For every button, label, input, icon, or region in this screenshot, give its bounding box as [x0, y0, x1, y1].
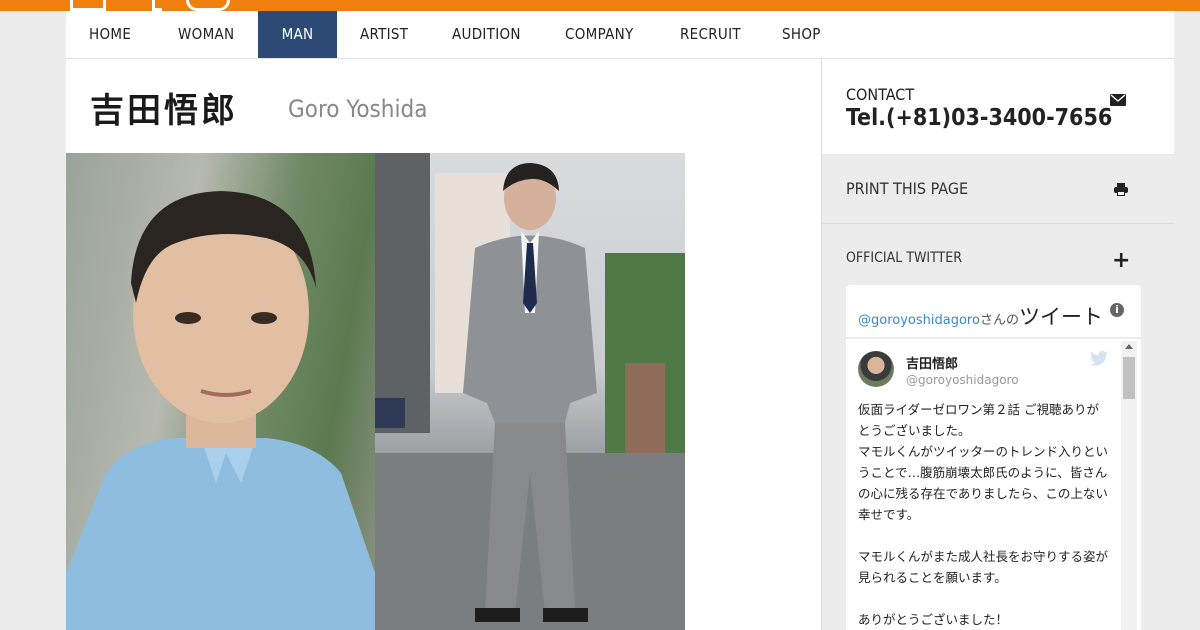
sidebar: CONTACT Tel.(+81)03-3400-7656 PRINT THIS…	[821, 59, 1175, 630]
nav-company[interactable]: COMPANY	[565, 11, 634, 58]
nav-artist[interactable]: ARTIST	[360, 11, 408, 58]
official-twitter-label: OFFICIAL TWITTER	[846, 250, 962, 266]
logo-fragment	[70, 0, 106, 11]
twitter-scrollbar[interactable]	[1121, 341, 1137, 630]
twitter-timeline: 吉田悟郎 @goroyoshidagoro 仮面ライダーゼロワン第２話 ご視聴あ…	[846, 339, 1141, 630]
twitter-widget-header: @goroyoshidagoroさんのツイート i	[846, 285, 1141, 337]
nav-audition[interactable]: AUDITION	[452, 11, 521, 58]
nav-man[interactable]: MAN	[258, 11, 337, 58]
avatar[interactable]	[858, 351, 894, 387]
contact-label: CONTACT	[846, 85, 915, 104]
contact-box: CONTACT Tel.(+81)03-3400-7656	[822, 59, 1175, 154]
profile-name-jp: 吉田悟郎	[90, 91, 238, 131]
logo-fragment	[186, 0, 230, 11]
profile-main: 吉田悟郎 Goro Yoshida	[66, 59, 821, 630]
info-icon[interactable]: i	[1110, 303, 1124, 317]
profile-photo-portrait	[66, 153, 375, 630]
top-orange-bar	[0, 0, 1200, 11]
twitter-bird-icon[interactable]	[1090, 351, 1108, 370]
twitter-widget-title: @goroyoshidagoroさんのツイート	[858, 301, 1103, 331]
profile-photo-fullbody	[375, 153, 685, 630]
page-margin	[1174, 11, 1200, 630]
mail-icon[interactable]	[1110, 91, 1126, 110]
scroll-thumb[interactable]	[1123, 357, 1135, 399]
plus-icon[interactable]: +	[1112, 250, 1130, 272]
contact-phone[interactable]: Tel.(+81)03-3400-7656	[846, 105, 1112, 131]
profile-name-en: Goro Yoshida	[288, 95, 428, 123]
twitter-header-handle[interactable]: @goroyoshidagoro	[858, 313, 980, 328]
twitter-header-suffix: さんの	[979, 313, 1019, 328]
tweet-author-handle[interactable]: @goroyoshidagoro	[906, 373, 1019, 387]
nav-home[interactable]: HOME	[89, 11, 131, 58]
print-page-button[interactable]: PRINT THIS PAGE	[822, 155, 1175, 224]
logo-fragment	[152, 0, 162, 11]
scroll-up-arrow-icon[interactable]	[1125, 344, 1133, 349]
tweet-author-name[interactable]: 吉田悟郎	[906, 353, 958, 372]
twitter-header-tweets: ツイート	[1018, 305, 1103, 329]
main-navigation: HOME WOMAN MAN ARTIST AUDITION COMPANY R…	[66, 11, 1174, 59]
nav-shop[interactable]: SHOP	[782, 11, 821, 58]
tweet-text: 仮面ライダーゼロワン第２話 ご視聴ありがとうございました。 マモルくんがツイッタ…	[858, 402, 1109, 627]
nav-woman[interactable]: WOMAN	[178, 11, 234, 58]
print-label: PRINT THIS PAGE	[846, 179, 969, 198]
print-icon[interactable]	[1114, 181, 1128, 200]
nav-recruit[interactable]: RECRUIT	[680, 11, 741, 58]
